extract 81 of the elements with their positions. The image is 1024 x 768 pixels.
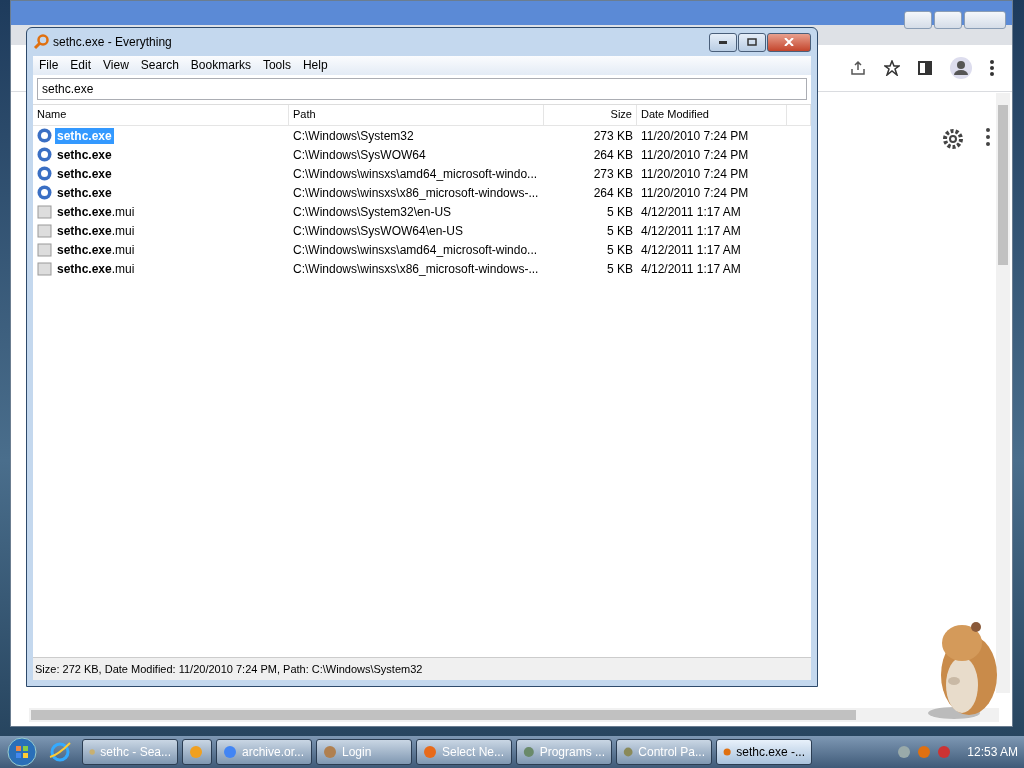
path-cell-text: C:\Windows\SysWOW64 [292, 147, 427, 162]
size-cell-text: 264 KB [592, 147, 634, 162]
file-name[interactable]: sethc.exe.mui [55, 260, 137, 277]
close-button[interactable] [964, 11, 1006, 29]
menu-item[interactable]: Search [134, 56, 185, 75]
file-name[interactable]: sethc.exe [55, 165, 114, 182]
menu-icon[interactable] [986, 128, 990, 146]
search-field[interactable]: sethc.exe [37, 78, 807, 100]
column-header[interactable]: Date Modified [637, 105, 787, 125]
date-cell-text: 11/20/2010 7:24 PM [640, 166, 750, 181]
app-icon [623, 745, 634, 759]
file-name[interactable]: sethc.exe.mui [55, 241, 137, 258]
date-cell-text: 4/12/2011 1:17 AM [640, 204, 742, 219]
date-cell-text: 11/20/2010 7:24 PM [640, 128, 750, 143]
app-icon [423, 745, 437, 759]
close-icon [784, 38, 794, 46]
star-icon[interactable] [884, 60, 900, 76]
taskbar-button[interactable]: sethc.exe -... [716, 739, 812, 765]
date-cell-text: 4/12/2011 1:17 AM [640, 261, 742, 276]
file-name[interactable]: sethc.exe.mui [55, 222, 137, 239]
column-header[interactable]: Name [33, 105, 289, 125]
tray-icon [937, 745, 952, 759]
tray-icon [917, 745, 932, 759]
size-cell-text: 273 KB [592, 166, 634, 181]
sidebar-icon[interactable] [918, 61, 932, 75]
path-cell-text: C:\Windows\System32 [292, 128, 415, 143]
clock: 12:53 AM [967, 745, 1018, 759]
scrollbar[interactable] [29, 708, 999, 722]
path-cell-text: C:\Windows\winsxs\amd64_microsoft-windo... [292, 242, 539, 257]
maximize-button[interactable] [934, 11, 962, 29]
path-cell-text: C:\Windows\winsxs\x86_microsoft-windows-... [292, 261, 540, 276]
settings-icon[interactable] [942, 128, 964, 150]
file-icon [37, 204, 52, 219]
size-cell-text: 273 KB [592, 128, 634, 143]
magnifier-icon [33, 34, 49, 50]
minimize-button[interactable] [709, 32, 737, 52]
column-header[interactable]: Size [544, 105, 637, 125]
minimize-icon [719, 40, 727, 44]
file-icon [37, 242, 52, 257]
menu-item[interactable]: Bookmarks [184, 56, 257, 75]
file-name[interactable]: sethc.exe [55, 146, 114, 163]
column-header[interactable]: Path [289, 105, 544, 125]
window-title: sethc.exe - Everything [53, 35, 173, 49]
app-icon [223, 745, 237, 759]
menu-icon[interactable] [990, 60, 994, 76]
menu-item[interactable]: Edit [64, 56, 98, 75]
size-cell-text: 5 KB [606, 242, 634, 257]
size-cell-text: 264 KB [592, 185, 634, 200]
tray-icon [897, 745, 912, 759]
status-text: Size: 272 KB, Date Modified: 11/20/2010 7:24 PM, Path: C:\Windows\System32 [35, 663, 423, 675]
path-cell-text: C:\Windows\SysWOW64\en-US [292, 223, 465, 238]
menu-item[interactable]: Help [296, 56, 334, 75]
file-icon [37, 223, 52, 238]
date-cell-text: 4/12/2011 1:17 AM [640, 223, 742, 238]
profile-icon[interactable] [950, 57, 972, 79]
app-icon [189, 745, 203, 759]
size-cell-text: 5 KB [606, 204, 634, 219]
menu-item[interactable]: Tools [256, 56, 297, 75]
path-cell-text: C:\Windows\winsxs\x86_microsoft-windows-... [292, 185, 540, 200]
browser-icon[interactable] [48, 741, 72, 763]
path-cell-text: C:\Windows\System32\en-US [292, 204, 453, 219]
close-button[interactable] [767, 32, 811, 52]
date-cell-text: 4/12/2011 1:17 AM [640, 242, 742, 257]
size-cell-text: 5 KB [606, 261, 634, 276]
taskbar-button[interactable] [182, 739, 212, 765]
menu-item[interactable]: File [33, 56, 65, 75]
app-icon [523, 745, 535, 759]
scrollbar[interactable] [996, 93, 1010, 693]
menu-item[interactable]: View [97, 56, 135, 75]
maximize-button[interactable] [738, 32, 766, 52]
size-cell-text: 5 KB [606, 223, 634, 238]
date-cell-text: 11/20/2010 7:24 PM [640, 185, 750, 200]
start-button[interactable] [6, 737, 38, 767]
file-name[interactable]: sethc.exe.mui [55, 203, 137, 220]
share-icon[interactable] [850, 60, 866, 76]
file-icon [37, 261, 52, 276]
app-icon [323, 745, 337, 759]
date-cell-text: 11/20/2010 7:24 PM [640, 147, 750, 162]
maximize-icon [747, 38, 757, 46]
path-cell-text: C:\Windows\winsxs\amd64_microsoft-windo... [292, 166, 539, 181]
file-name[interactable]: sethc.exe [55, 184, 114, 201]
